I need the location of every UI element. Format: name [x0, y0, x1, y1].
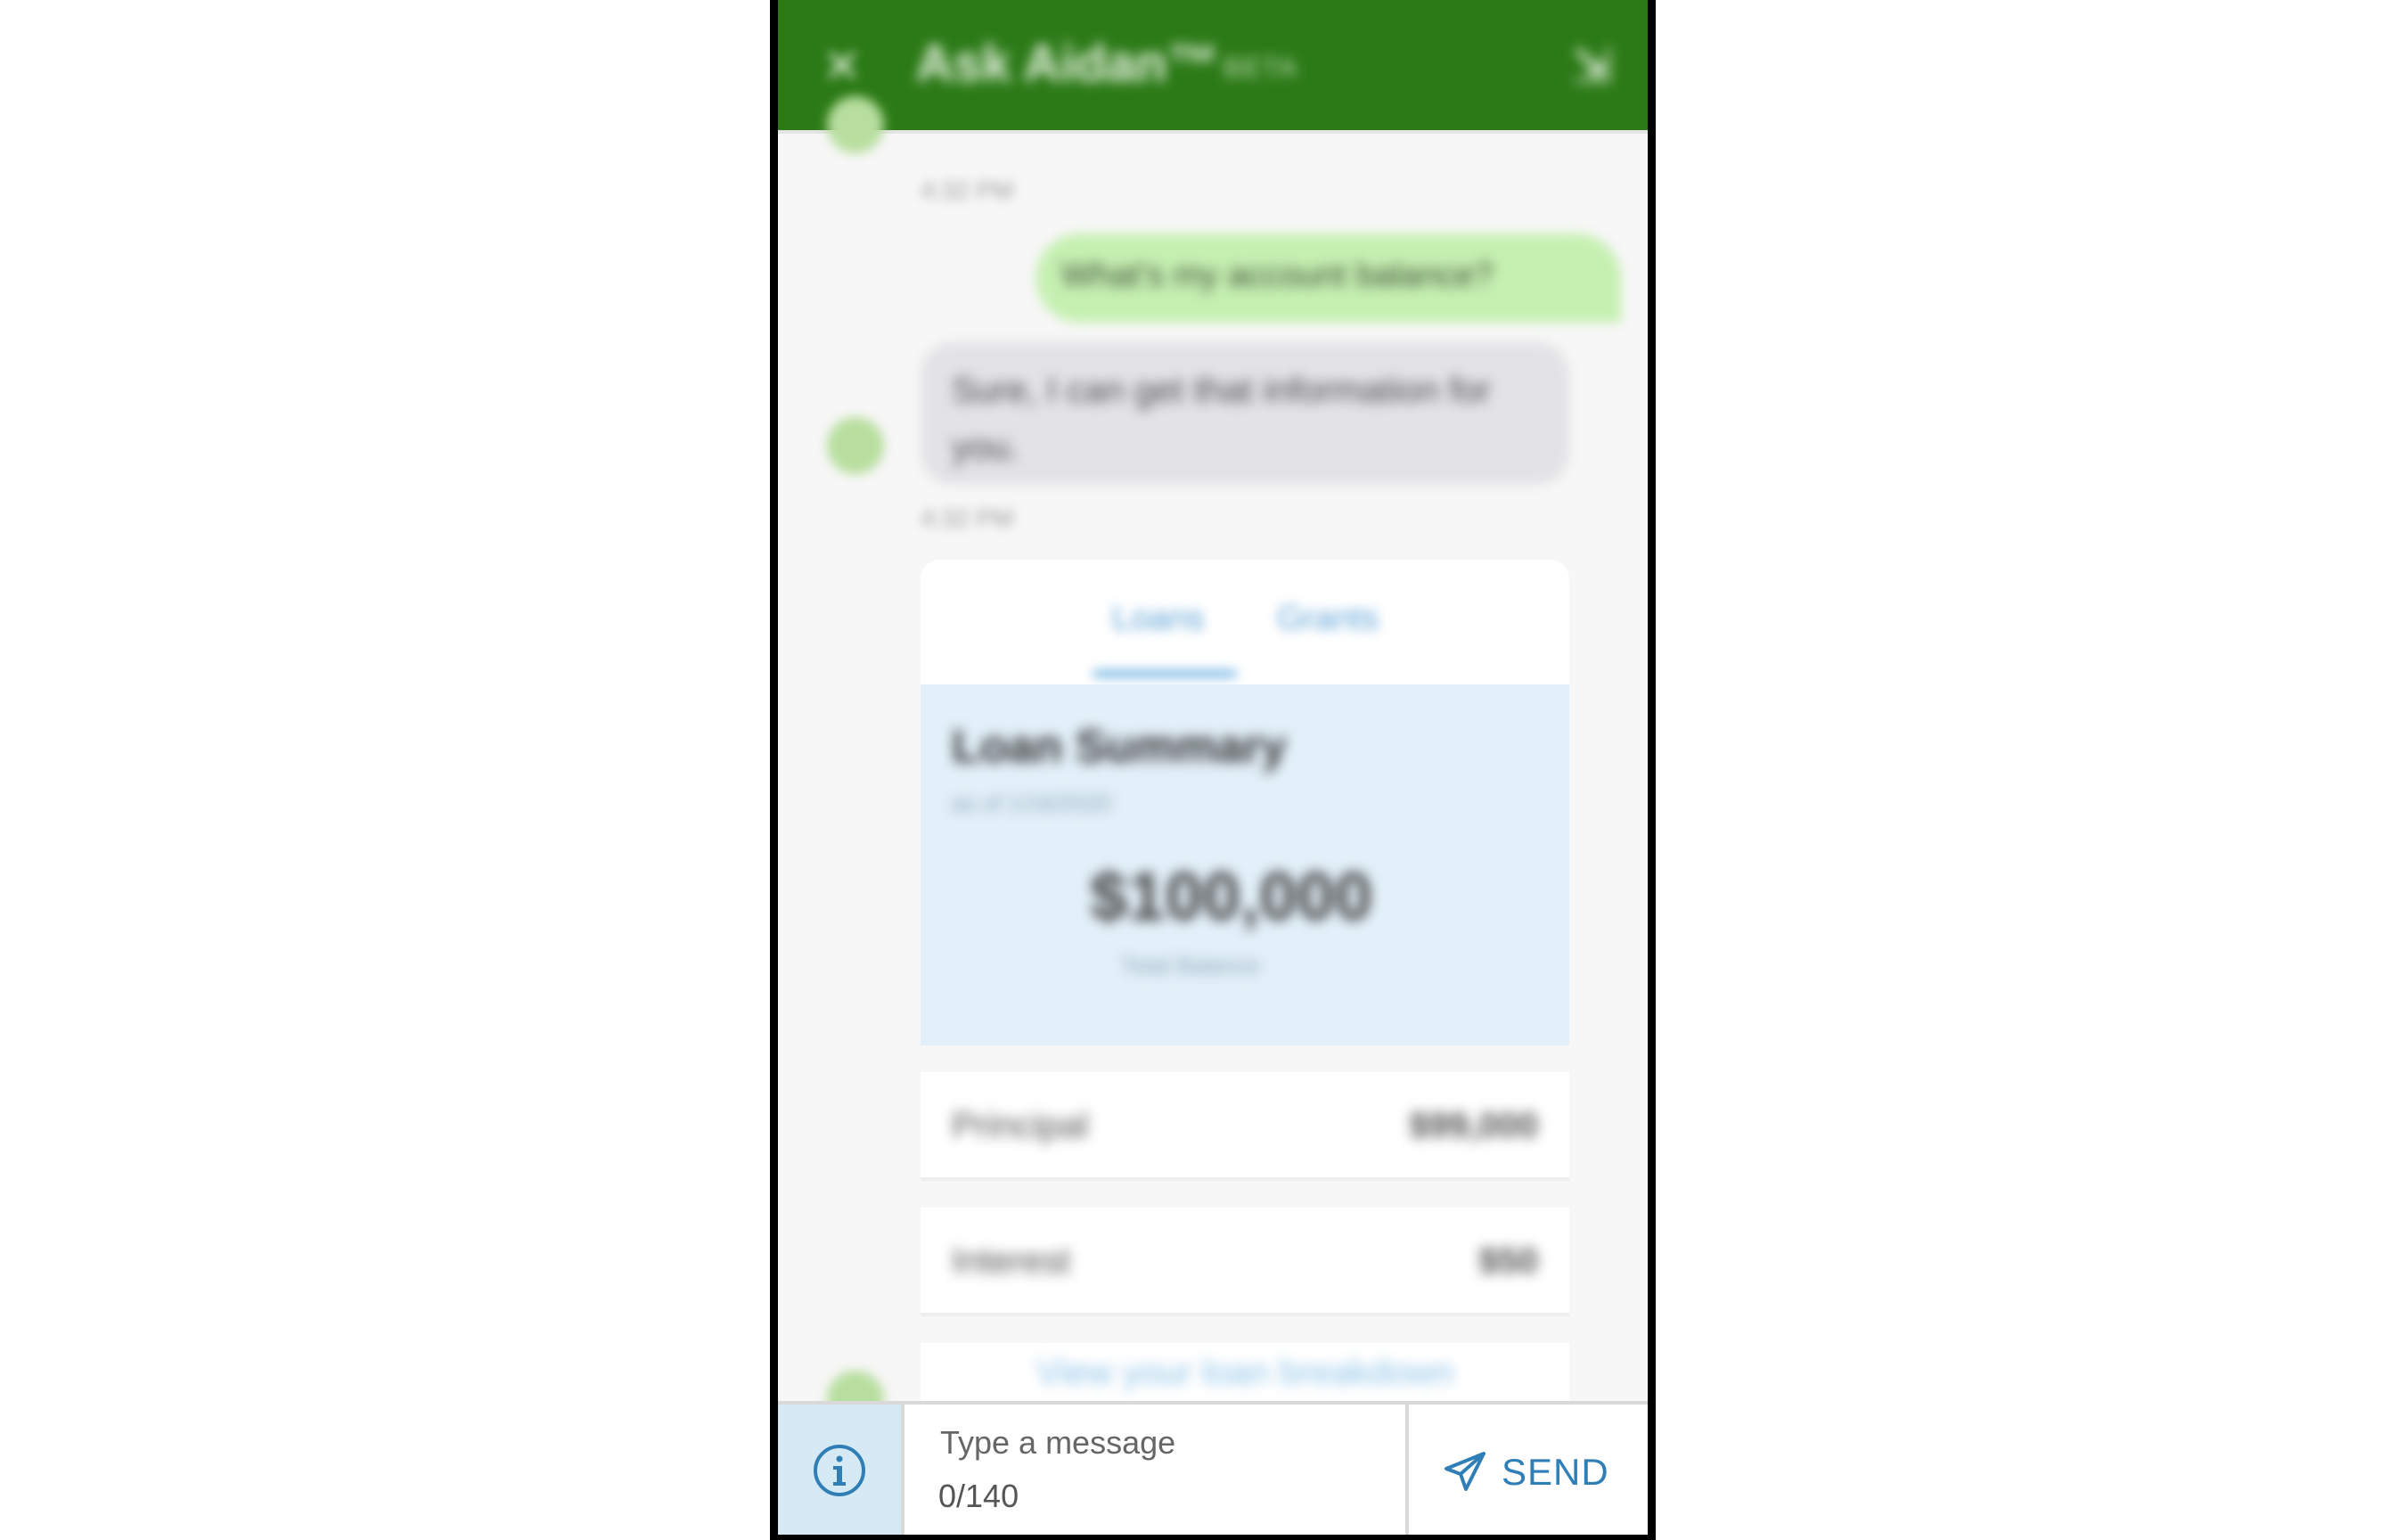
active-tab-indicator [1093, 670, 1237, 677]
loan-total-amount: $100,000 [1090, 859, 1372, 935]
row-label: Interest [952, 1241, 1071, 1281]
row-separator [921, 1045, 1569, 1072]
message-composer: 0/140 SEND [778, 1401, 1648, 1535]
close-icon[interactable]: ✕ [823, 40, 862, 94]
loan-total-caption: Total Balance [1121, 952, 1261, 979]
tab-loans[interactable]: Loans [1112, 600, 1205, 638]
bot-avatar [827, 96, 884, 153]
beta-badge: BETA [1224, 53, 1299, 83]
row-value: $99,000 [1409, 1106, 1538, 1145]
send-button[interactable]: SEND [1409, 1405, 1648, 1535]
loan-breakdown-link[interactable]: View your loan breakdown [921, 1353, 1569, 1393]
loan-row-principal: Principal $99,000 [921, 1072, 1569, 1181]
loan-summary-date: as of 1/16/2020 [952, 790, 1112, 816]
info-icon [814, 1445, 865, 1496]
row-separator [921, 1316, 1569, 1343]
bot-avatar [827, 417, 884, 474]
message-timestamp: 4:32 PM [921, 176, 1014, 204]
tab-grants[interactable]: Grants [1277, 600, 1379, 638]
loan-summary-title: Loan Summary [952, 721, 1287, 773]
paper-plane-icon [1445, 1452, 1486, 1491]
loan-summary-panel: Loan Summary as of 1/16/2020 $100,000 To… [921, 684, 1569, 1045]
row-value: $50 [1478, 1241, 1538, 1281]
row-label: Principal [952, 1106, 1089, 1145]
header-divider [778, 130, 1648, 134]
message-timestamp: 4:32 PM [921, 504, 1014, 532]
message-input-area: 0/140 [904, 1405, 1409, 1535]
expand-icon[interactable]: ⇲ [1572, 37, 1612, 94]
chat-header: ✕ Ask Aidan™ BETA ⇲ [778, 0, 1648, 130]
character-counter: 0/140 [938, 1478, 1019, 1514]
loan-row-interest: Interest $50 [921, 1208, 1569, 1316]
user-message-text: What's my account balance? [1061, 257, 1494, 294]
bot-message-text: Sure, I can get that information for you… [952, 371, 1491, 467]
info-button[interactable] [778, 1405, 904, 1535]
chat-window: ✕ Ask Aidan™ BETA ⇲ 4:32 PM What's my ac… [778, 0, 1648, 1535]
message-input[interactable] [938, 1417, 1387, 1469]
row-separator [921, 1181, 1569, 1208]
loan-card: Loans Grants Loan Summary as of 1/16/202… [921, 560, 1569, 1535]
stage: ✕ Ask Aidan™ BETA ⇲ 4:32 PM What's my ac… [0, 0, 2390, 1540]
phone-frame: ✕ Ask Aidan™ BETA ⇲ 4:32 PM What's my ac… [770, 0, 1656, 1540]
chat-title: Ask Aidan™ [916, 35, 1219, 93]
send-label: SEND [1502, 1451, 1609, 1493]
